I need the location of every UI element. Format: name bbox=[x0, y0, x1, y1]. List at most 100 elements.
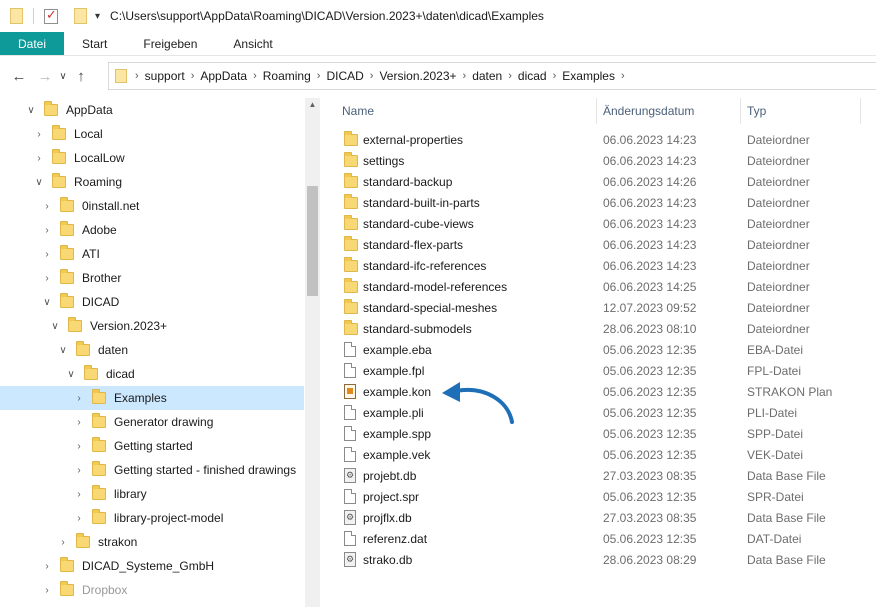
tab-freigeben[interactable]: Freigeben bbox=[125, 32, 215, 55]
tab-start[interactable]: Start bbox=[64, 32, 125, 55]
column-divider[interactable] bbox=[860, 98, 861, 124]
breadcrumb-appdata[interactable]: AppData bbox=[194, 69, 253, 83]
file-row[interactable]: standard-built-in-parts 06.06.2023 14:23 D… bbox=[330, 192, 876, 213]
chevron-right-icon[interactable]: › bbox=[72, 513, 86, 524]
chevron-down-icon[interactable]: ∨ bbox=[24, 105, 38, 116]
file-row[interactable]: standard-backup 06.06.2023 14:26 Dateiordn… bbox=[330, 171, 876, 192]
tree-item[interactable]: › DICAD_Systeme_GmbH bbox=[0, 554, 304, 578]
file-row[interactable]: project.spr 05.06.2023 12:35 SPR-Datei bbox=[330, 486, 876, 507]
breadcrumb-dicad[interactable]: DICAD bbox=[320, 69, 369, 83]
tree-item[interactable]: ∨ AppData bbox=[0, 98, 304, 122]
tree-item[interactable]: › library bbox=[0, 482, 304, 506]
file-row[interactable]: referenz.dat 05.06.2023 12:35 DAT-Datei bbox=[330, 528, 876, 549]
chevron-right-icon[interactable]: › bbox=[72, 417, 86, 428]
tree-item[interactable]: › LocalLow bbox=[0, 146, 304, 170]
up-button[interactable]: ↑ bbox=[70, 68, 92, 85]
chevron-right-icon[interactable]: › bbox=[72, 393, 86, 404]
chevron-right-icon[interactable]: › bbox=[32, 153, 46, 164]
column-divider[interactable] bbox=[596, 98, 597, 124]
file-row[interactable]: projebt.db 27.03.2023 08:35 Data Base File bbox=[330, 465, 876, 486]
chevron-down-icon[interactable]: ∨ bbox=[32, 177, 46, 188]
tree-item[interactable]: › ATI bbox=[0, 242, 304, 266]
file-row[interactable]: strako.db 28.06.2023 08:29 Data Base File bbox=[330, 549, 876, 570]
chevron-right-icon[interactable]: › bbox=[40, 249, 54, 260]
chevron-right-icon[interactable]: › bbox=[56, 537, 70, 548]
tree-item[interactable]: ∨ Roaming bbox=[0, 170, 304, 194]
tab-ansicht[interactable]: Ansicht bbox=[215, 32, 290, 55]
properties-icon[interactable] bbox=[44, 7, 58, 24]
customize-dropdown-icon[interactable]: ▾ bbox=[95, 11, 100, 22]
file-row[interactable]: standard-special-meshes 12.07.2023 09:52 D… bbox=[330, 297, 876, 318]
tree-item[interactable]: › Dropbox bbox=[0, 578, 304, 602]
tree-item[interactable]: › Local bbox=[0, 122, 304, 146]
recent-locations-button[interactable]: ∨ bbox=[56, 71, 70, 82]
file-row[interactable]: projflx.db 27.03.2023 08:35 Data Base File bbox=[330, 507, 876, 528]
breadcrumb-daten[interactable]: daten bbox=[466, 69, 508, 83]
file-type: VEK-Datei bbox=[747, 447, 804, 462]
file-row[interactable]: example.fpl 05.06.2023 12:35 FPL-Datei bbox=[330, 360, 876, 381]
column-header-name[interactable]: Name bbox=[342, 98, 374, 124]
chevron-down-icon[interactable]: ∨ bbox=[56, 345, 70, 356]
tree-item[interactable]: › Examples bbox=[0, 386, 304, 410]
file-type: Data Base File bbox=[747, 510, 826, 525]
chevron-down-icon[interactable]: ∨ bbox=[48, 321, 62, 332]
chevron-down-icon[interactable]: ∨ bbox=[40, 297, 54, 308]
file-row[interactable]: external-properties 06.06.2023 14:23 Datei… bbox=[330, 129, 876, 150]
breadcrumb-support[interactable]: support bbox=[139, 69, 191, 83]
tree-item[interactable]: ∨ DICAD bbox=[0, 290, 304, 314]
breadcrumb-roaming[interactable]: Roaming bbox=[257, 69, 317, 83]
chevron-right-icon[interactable]: › bbox=[72, 465, 86, 476]
tree-item[interactable]: › Generator drawing bbox=[0, 410, 304, 434]
tree-item[interactable]: ∨ Version.2023+ bbox=[0, 314, 304, 338]
file-row[interactable]: standard-ifc-references 06.06.2023 14:23 D… bbox=[330, 255, 876, 276]
column-header-type[interactable]: Typ bbox=[747, 98, 766, 124]
chevron-right-icon[interactable]: › bbox=[72, 489, 86, 500]
tree-item[interactable]: › Getting started - finished drawings bbox=[0, 458, 304, 482]
chevron-right-icon[interactable]: › bbox=[32, 129, 46, 140]
chevron-right-icon[interactable]: › bbox=[40, 201, 54, 212]
column-header-date[interactable]: Änderungsdatum bbox=[603, 98, 694, 124]
address-bar[interactable]: › support › AppData › Roaming › DICAD › … bbox=[108, 62, 876, 90]
chevron-down-icon[interactable]: ∨ bbox=[64, 369, 78, 380]
file-row[interactable]: standard-cube-views 06.06.2023 14:23 Datei… bbox=[330, 213, 876, 234]
breadcrumb-separator[interactable]: › bbox=[621, 70, 625, 82]
new-folder-icon[interactable] bbox=[74, 8, 87, 24]
file-type: Dateiordner bbox=[747, 174, 810, 189]
tree-item[interactable]: ∨ dicad bbox=[0, 362, 304, 386]
file-row[interactable]: example.pli 05.06.2023 12:35 PLI-Datei bbox=[330, 402, 876, 423]
file-row[interactable]: standard-submodels 28.06.2023 08:10 Dateio… bbox=[330, 318, 876, 339]
chevron-right-icon[interactable]: › bbox=[72, 441, 86, 452]
file-row[interactable]: example.eba 05.06.2023 12:35 EBA-Datei bbox=[330, 339, 876, 360]
scrollbar-thumb[interactable] bbox=[307, 186, 318, 296]
tree-item[interactable]: › library-project-model bbox=[0, 506, 304, 530]
file-row[interactable]: example.vek 05.06.2023 12:35 VEK-Datei bbox=[330, 444, 876, 465]
column-divider[interactable] bbox=[740, 98, 741, 124]
breadcrumb-dicad-sub[interactable]: dicad bbox=[512, 69, 553, 83]
chevron-right-icon[interactable]: › bbox=[40, 561, 54, 572]
file-row[interactable]: standard-model-references 06.06.2023 14:2… bbox=[330, 276, 876, 297]
tree-item[interactable]: › Getting started bbox=[0, 434, 304, 458]
breadcrumb-separator[interactable]: › bbox=[127, 70, 139, 82]
file-row[interactable]: standard-flex-parts 06.06.2023 14:23 Datei… bbox=[330, 234, 876, 255]
tab-datei[interactable]: Datei bbox=[0, 32, 65, 55]
breadcrumb-examples[interactable]: Examples bbox=[556, 69, 621, 83]
tree-item[interactable]: › strakon bbox=[0, 530, 304, 554]
chevron-right-icon[interactable]: › bbox=[40, 585, 54, 596]
breadcrumb-version[interactable]: Version.2023+ bbox=[373, 69, 462, 83]
chevron-right-icon[interactable]: › bbox=[40, 273, 54, 284]
tree-item[interactable]: ∨ daten bbox=[0, 338, 304, 362]
file-icon-cell bbox=[344, 405, 356, 423]
tree-item[interactable]: › 0install.net bbox=[0, 194, 304, 218]
navigation-scrollbar[interactable]: ▲ bbox=[305, 98, 320, 607]
folder-icon[interactable] bbox=[10, 8, 23, 24]
forward-button[interactable]: → bbox=[34, 68, 56, 85]
tree-item[interactable]: › Adobe bbox=[0, 218, 304, 242]
chevron-right-icon[interactable]: › bbox=[40, 225, 54, 236]
folder-icon bbox=[344, 152, 358, 167]
file-row[interactable]: example.spp 05.06.2023 12:35 SPP-Datei bbox=[330, 423, 876, 444]
tree-item[interactable]: › Brother bbox=[0, 266, 304, 290]
file-row[interactable]: example.kon 05.06.2023 12:35 STRAKON Plan bbox=[330, 381, 876, 402]
file-row[interactable]: settings 06.06.2023 14:23 Dateiordner bbox=[330, 150, 876, 171]
scroll-up-icon[interactable]: ▲ bbox=[305, 100, 320, 109]
back-button[interactable]: ← bbox=[8, 68, 30, 85]
